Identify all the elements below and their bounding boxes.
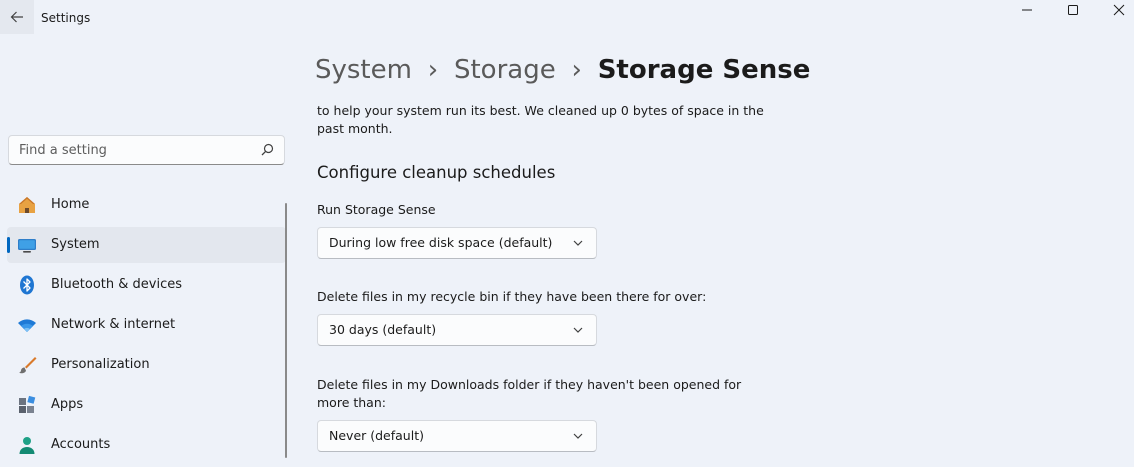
- sidebar-nav: Home System Bluetooth & devices Network …: [7, 187, 286, 467]
- downloads-label: Delete files in my Downloads folder if t…: [317, 377, 742, 410]
- chevron-down-icon: [573, 327, 583, 333]
- chevron-down-icon: [573, 433, 583, 439]
- sidebar-item-label: Bluetooth & devices: [51, 277, 182, 292]
- sidebar-item-network[interactable]: Network & internet: [7, 307, 286, 343]
- maximize-icon: [1068, 5, 1078, 15]
- dropdown-value: 30 days (default): [329, 322, 437, 337]
- minimize-button[interactable]: [1004, 0, 1050, 20]
- back-button[interactable]: [0, 0, 34, 34]
- breadcrumb-system[interactable]: System: [315, 55, 412, 85]
- dropdown-value: Never (default): [329, 428, 424, 443]
- sidebar-scrollbar[interactable]: [285, 203, 287, 458]
- system-monitor-icon: [18, 239, 36, 253]
- close-icon: [1113, 4, 1125, 16]
- recycle-bin-dropdown[interactable]: 30 days (default): [317, 314, 597, 346]
- sidebar-item-personalization[interactable]: Personalization: [7, 347, 286, 383]
- sidebar-item-bluetooth[interactable]: Bluetooth & devices: [7, 267, 286, 303]
- sidebar-item-label: Apps: [51, 397, 84, 412]
- breadcrumb-separator: ›: [571, 55, 582, 85]
- breadcrumb-storage[interactable]: Storage: [454, 55, 556, 85]
- paintbrush-icon: [19, 357, 37, 374]
- dropdown-value: During low free disk space (default): [329, 235, 553, 250]
- back-arrow-icon: [10, 11, 23, 23]
- maximize-button[interactable]: [1050, 0, 1096, 20]
- close-button[interactable]: [1096, 0, 1134, 20]
- run-storage-sense-dropdown[interactable]: During low free disk space (default): [317, 227, 597, 259]
- sidebar-item-label: Network & internet: [51, 317, 176, 332]
- storage-sense-description: to help your system run its best. We cle…: [317, 103, 764, 136]
- search-box: [8, 135, 285, 165]
- title-bar: Settings: [0, 0, 1134, 36]
- wifi-icon: [18, 319, 36, 332]
- sidebar-item-label: System: [51, 237, 100, 252]
- search-input[interactable]: [9, 136, 259, 164]
- sidebar-item-system[interactable]: System: [7, 227, 286, 263]
- page-title: Storage Sense: [597, 55, 811, 85]
- minimize-icon: [1022, 9, 1032, 11]
- app-title: Settings: [41, 11, 91, 25]
- breadcrumb-separator: ›: [427, 55, 439, 85]
- search-icon[interactable]: [261, 143, 274, 156]
- downloads-dropdown[interactable]: Never (default): [317, 420, 597, 452]
- run-storage-sense-label: Run Storage Sense: [317, 202, 436, 217]
- sidebar-item-apps[interactable]: Apps: [7, 387, 286, 423]
- breadcrumb: System › Storage › Storage Sense: [315, 50, 810, 90]
- sidebar-item-label: Accounts: [51, 437, 111, 452]
- section-title: Configure cleanup schedules: [317, 163, 556, 182]
- sidebar-item-accounts[interactable]: Accounts: [7, 427, 286, 463]
- chevron-down-icon: [573, 240, 583, 246]
- bluetooth-icon: [20, 275, 34, 295]
- sidebar-item-label: Home: [51, 197, 90, 212]
- apps-icon: [19, 395, 36, 413]
- recycle-bin-label: Delete files in my recycle bin if they h…: [317, 289, 707, 304]
- home-icon: [19, 197, 35, 213]
- sidebar-item-label: Personalization: [51, 357, 150, 372]
- sidebar-item-home[interactable]: Home: [7, 187, 286, 223]
- person-icon: [19, 437, 35, 454]
